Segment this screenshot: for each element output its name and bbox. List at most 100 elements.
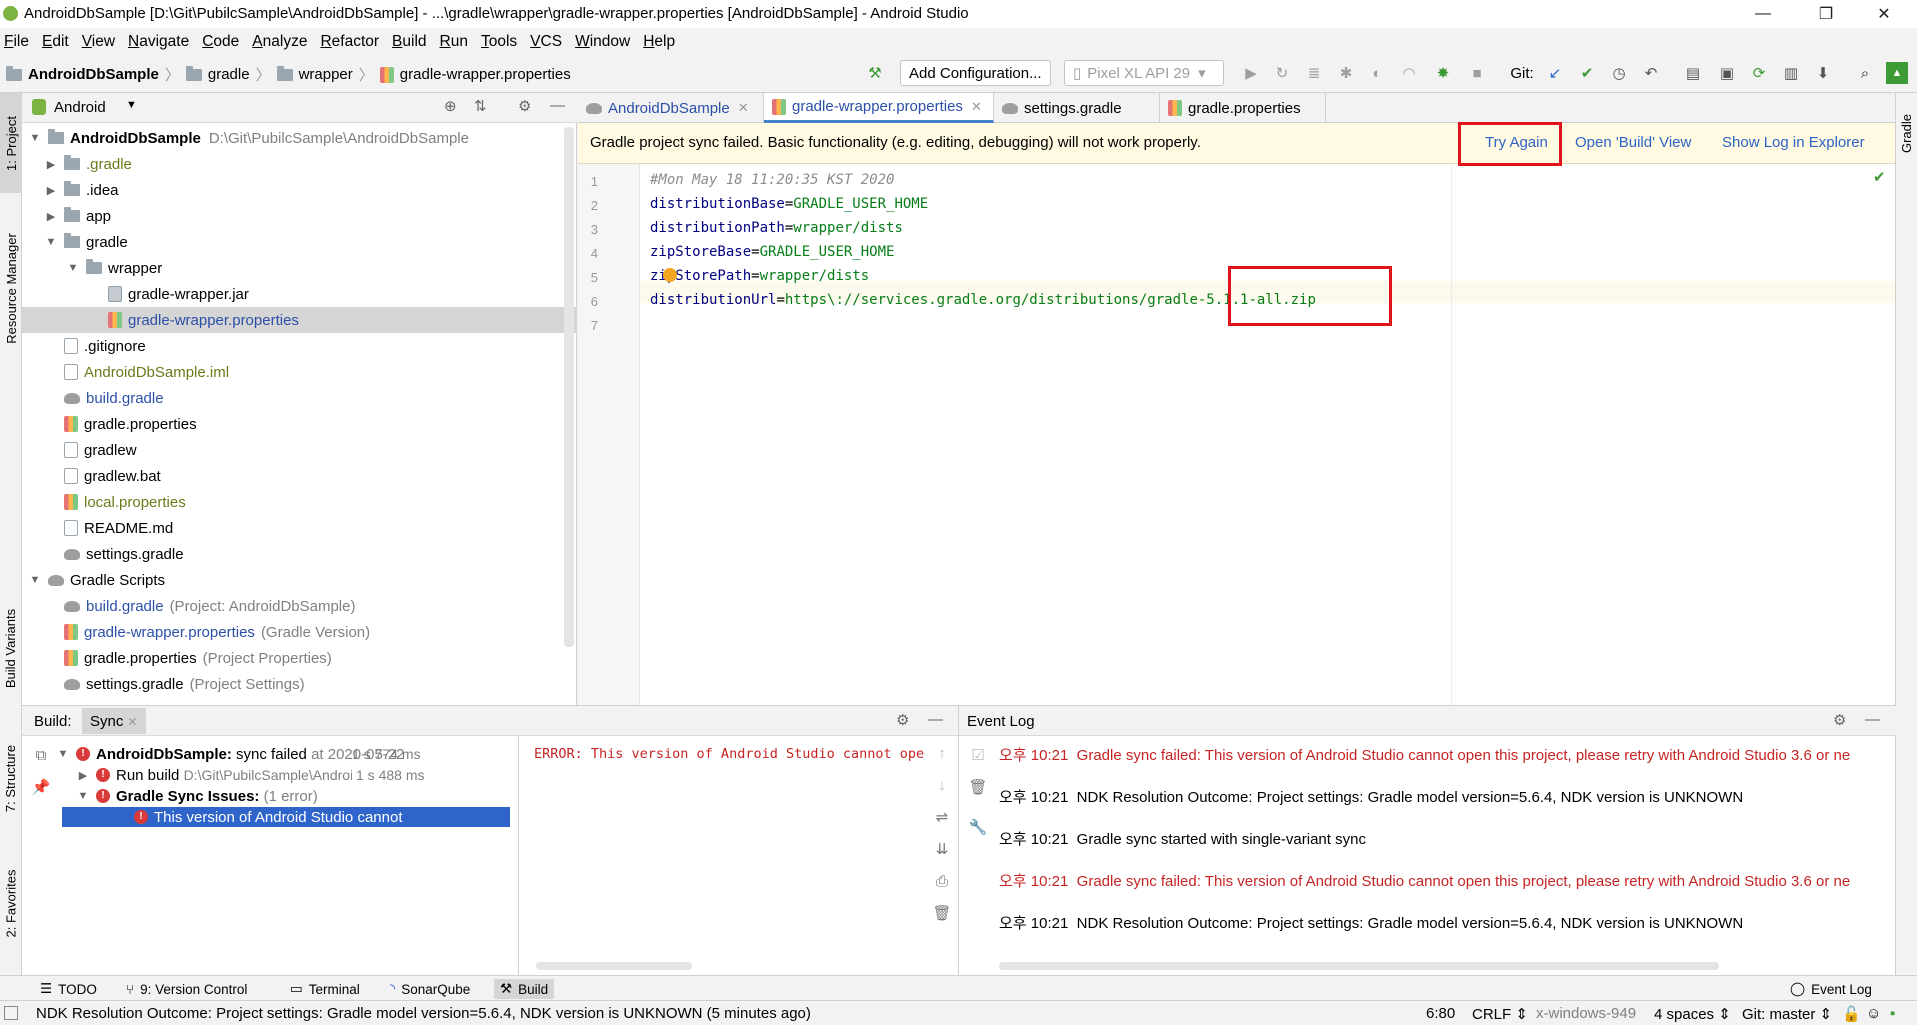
project-view-selector[interactable]: Android (54, 99, 106, 116)
event-log-scrollbar[interactable] (999, 962, 1719, 970)
menu-build[interactable]: Build (392, 33, 426, 51)
indent-setting[interactable]: 4 spaces ⇕ (1654, 1005, 1731, 1023)
line-ending[interactable]: CRLF ⇕ (1472, 1005, 1528, 1023)
tab-androiddbsample[interactable]: AndroidDbSample ✕ (578, 93, 764, 123)
tree-item[interactable]: AndroidDbSample.iml (22, 359, 577, 385)
tree-item-selected[interactable]: gradle-wrapper.properties (22, 307, 577, 333)
print-icon[interactable]: ⎙ (931, 870, 953, 892)
trash-icon[interactable]: 🗑 (967, 776, 989, 798)
tab-version-control[interactable]: ⑂ 9: Version Control (120, 979, 253, 999)
tree-item[interactable]: gradle-wrapper.jar (22, 281, 577, 307)
build-tree-row-selected[interactable]: ! This version of Android Studio cannot (62, 807, 510, 827)
apply-code-changes-icon[interactable]: ≣ (1303, 62, 1325, 84)
tab-sync[interactable]: Sync ✕ (82, 708, 146, 734)
android-assistant-icon[interactable]: ▲ (1886, 62, 1908, 84)
tab-build[interactable]: ⚒ Build (494, 979, 555, 999)
debug-icon[interactable]: ✱ (1335, 62, 1357, 84)
build-tree-row[interactable]: ▼! Gradle Sync Issues: (1 error) (76, 786, 318, 806)
tree-item[interactable]: gradle.properties (22, 411, 577, 437)
arrow-up-icon[interactable]: ↑ (931, 742, 953, 764)
tree-item[interactable]: ▼ gradle (22, 229, 577, 255)
arrow-down-icon[interactable]: ↓ (931, 774, 953, 796)
apply-changes-icon[interactable]: ↻ (1271, 62, 1293, 84)
gear-icon[interactable]: ⚙ (518, 97, 531, 115)
tree-item[interactable]: gradlew.bat (22, 463, 577, 489)
menu-navigate[interactable]: Navigate (128, 33, 189, 51)
person-icon[interactable]: ☺ (1866, 1005, 1881, 1022)
minimize-button[interactable]: — (1740, 0, 1786, 28)
hide-icon[interactable]: — (550, 97, 565, 114)
tree-item[interactable]: ▼ wrapper (22, 255, 577, 281)
locate-icon[interactable]: ⊕ (444, 97, 457, 115)
tree-item[interactable]: build.gradle (22, 385, 577, 411)
toggle-view-icon[interactable]: ⧉ (30, 744, 52, 766)
device-manager-icon[interactable]: ▥ (1780, 62, 1802, 84)
tab-todo[interactable]: ☰ TODO (34, 979, 103, 999)
tree-item[interactable]: ▶ .idea (22, 177, 577, 203)
coverage-icon[interactable]: ◐ (1366, 62, 1388, 84)
menu-file[interactable]: File (4, 33, 29, 51)
hammer-icon[interactable]: ⚒ (864, 62, 886, 84)
tab-gradle-wrapper-properties[interactable]: gradle-wrapper.properties ✕ (764, 93, 994, 123)
tab-resource-manager[interactable]: Resource Manager (0, 213, 22, 363)
menu-help[interactable]: Help (643, 33, 675, 51)
scroll-to-end-icon[interactable]: ⇊ (931, 838, 953, 860)
restore-button[interactable]: ❐ (1803, 0, 1849, 28)
chevron-down-icon[interactable]: ▼ (126, 99, 137, 111)
menu-tools[interactable]: Tools (481, 33, 517, 51)
console-scrollbar[interactable] (536, 962, 692, 970)
tree-item[interactable]: local.properties (22, 489, 577, 515)
show-log-link[interactable]: Show Log in Explorer (1722, 134, 1865, 151)
open-build-view-link[interactable]: Open 'Build' View (1575, 134, 1691, 151)
avd-manager-icon[interactable]: ▣ (1716, 62, 1738, 84)
breadcrumb-project[interactable]: AndroidDbSample (28, 66, 159, 83)
tree-item[interactable]: ▼ AndroidDbSample D:\Git\PubilcSample\And… (22, 125, 577, 151)
search-icon[interactable]: ⌕ (1854, 62, 1876, 84)
collapse-all-icon[interactable]: ⇅ (474, 97, 487, 115)
tab-terminal[interactable]: ▭ Terminal (284, 979, 366, 999)
stop-icon[interactable]: ■ (1466, 62, 1488, 84)
git-update-icon[interactable]: ↙ (1544, 62, 1566, 84)
menu-code[interactable]: Code (202, 33, 239, 51)
tree-item[interactable]: .gitignore (22, 333, 577, 359)
tab-gradle[interactable]: Gradle (1896, 93, 1917, 173)
menu-edit[interactable]: Edit (42, 33, 69, 51)
menu-analyze[interactable]: Analyze (252, 33, 307, 51)
device-selector[interactable]: ▯ Pixel XL API 29 ▾ (1064, 60, 1224, 86)
tree-item[interactable]: ▶ .gradle (22, 151, 577, 177)
tree-item[interactable]: build.gradle (Project: AndroidDbSample) (22, 593, 577, 619)
menu-window[interactable]: Window (575, 33, 630, 51)
attach-debugger-icon[interactable]: ✸ (1432, 62, 1454, 84)
sdk-manager-icon[interactable]: ⬇ (1812, 62, 1834, 84)
history-icon[interactable]: ◷ (1608, 62, 1630, 84)
tab-settings-gradle[interactable]: settings.gradle (994, 93, 1160, 123)
toggle-tool-windows-icon[interactable] (4, 1006, 18, 1020)
add-configuration-button[interactable]: Add Configuration... (900, 60, 1051, 86)
mark-read-icon[interactable]: ☑ (967, 744, 989, 766)
tab-project[interactable]: 1: Project (0, 93, 22, 193)
menu-vcs[interactable]: VCS (530, 33, 562, 51)
close-button[interactable]: ✕ (1861, 0, 1907, 28)
tab-sonarqube[interactable]: ◝ SonarQube (384, 979, 476, 999)
status-message[interactable]: NDK Resolution Outcome: Project settings… (36, 1005, 811, 1022)
tab-event-log[interactable]: ◯ Event Log (1784, 979, 1878, 999)
code-editor[interactable]: 1 2 3 4 5 6 7 #Mon May 18 11:20:35 KST 2… (578, 164, 1895, 705)
breadcrumb-wrapper[interactable]: wrapper (299, 66, 353, 83)
file-encoding[interactable]: x-windows-949 (1536, 1005, 1636, 1022)
tree-item[interactable]: gradle.properties (Project Properties) (22, 645, 577, 671)
breadcrumb-file[interactable]: gradle-wrapper.properties (400, 66, 571, 83)
soft-wrap-icon[interactable]: ⇌ (931, 806, 953, 828)
tree-item[interactable]: gradle-wrapper.properties (Gradle Version… (22, 619, 577, 645)
lock-icon[interactable]: 🔓 (1842, 1005, 1861, 1023)
project-structure-icon[interactable]: ▤ (1682, 62, 1704, 84)
intention-bulb-icon[interactable] (663, 268, 677, 282)
tree-item[interactable]: settings.gradle (22, 541, 577, 567)
tree-item[interactable]: ▶ app (22, 203, 577, 229)
gear-icon[interactable]: ⚙ (1833, 711, 1846, 729)
menu-refactor[interactable]: Refactor (320, 33, 379, 51)
menu-run[interactable]: Run (440, 33, 468, 51)
menu-view[interactable]: View (82, 33, 115, 51)
tree-item[interactable]: settings.gradle (Project Settings) (22, 671, 577, 697)
tree-item[interactable]: README.md (22, 515, 577, 541)
hide-icon[interactable]: — (928, 711, 943, 728)
